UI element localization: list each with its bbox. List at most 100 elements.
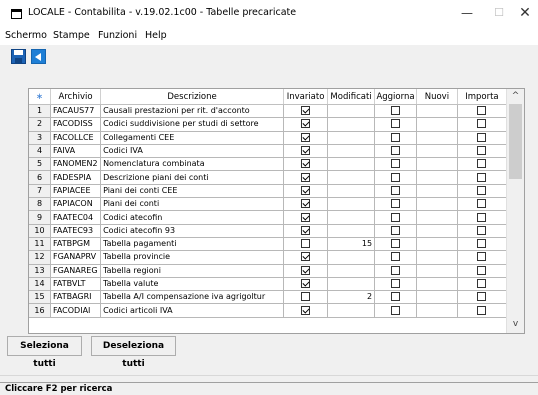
checkbox[interactable] bbox=[301, 119, 311, 129]
cell-aggiorna[interactable] bbox=[374, 303, 417, 318]
cell-aggiorna[interactable] bbox=[374, 144, 417, 159]
cell-descrizione[interactable]: Nomenclatura combinata bbox=[100, 157, 285, 172]
cell-invariato[interactable] bbox=[283, 303, 329, 318]
save-icon[interactable] bbox=[11, 49, 26, 64]
cell-importa[interactable] bbox=[457, 290, 508, 305]
menu-help[interactable]: Help bbox=[145, 30, 167, 41]
cell-aggiorna[interactable] bbox=[374, 157, 417, 172]
cell-aggiorna[interactable] bbox=[374, 250, 417, 265]
checkbox[interactable] bbox=[391, 252, 401, 262]
back-icon[interactable] bbox=[31, 49, 46, 64]
cell-descrizione[interactable]: Codici atecofin bbox=[100, 210, 285, 225]
cell-importa[interactable] bbox=[457, 197, 508, 212]
checkbox[interactable] bbox=[391, 106, 401, 116]
checkbox[interactable] bbox=[391, 119, 401, 129]
cell-importa[interactable] bbox=[457, 303, 508, 318]
checkbox[interactable] bbox=[301, 305, 311, 315]
cell-invariato[interactable] bbox=[283, 277, 329, 292]
scroll-up-icon[interactable]: ^ bbox=[507, 89, 524, 104]
scroll-down-icon[interactable]: v bbox=[507, 317, 524, 332]
checkbox[interactable] bbox=[301, 106, 311, 116]
checkbox[interactable] bbox=[477, 119, 487, 129]
cell-descrizione[interactable]: Codici suddivisione per studi di settore bbox=[100, 117, 285, 132]
checkbox[interactable] bbox=[391, 292, 401, 302]
select-all-button[interactable]: Seleziona tutti bbox=[7, 336, 82, 369]
cell-invariato[interactable] bbox=[283, 224, 329, 238]
checkbox[interactable] bbox=[301, 146, 311, 156]
checkbox[interactable] bbox=[477, 172, 487, 182]
checkbox[interactable] bbox=[301, 225, 311, 235]
checkbox[interactable] bbox=[391, 132, 401, 142]
cell-descrizione[interactable]: Codici articoli IVA bbox=[100, 303, 285, 318]
cell-importa[interactable] bbox=[457, 131, 508, 145]
cell-archivio[interactable]: FAPIACEE bbox=[50, 184, 102, 199]
checkbox[interactable] bbox=[477, 252, 487, 262]
checkbox[interactable] bbox=[301, 185, 311, 195]
cell-importa[interactable] bbox=[457, 144, 508, 159]
checkbox[interactable] bbox=[301, 132, 311, 142]
cell-aggiorna[interactable] bbox=[374, 224, 417, 238]
table-row[interactable]: 2 FACODISS Codici suddivisione per studi d… bbox=[29, 117, 508, 132]
checkbox[interactable] bbox=[301, 292, 311, 302]
cell-importa[interactable] bbox=[457, 170, 508, 185]
cell-aggiorna[interactable] bbox=[374, 131, 417, 145]
header-nuovi[interactable]: Nuovi bbox=[416, 89, 458, 105]
header-importa[interactable]: Importa bbox=[457, 89, 508, 105]
cell-archivio[interactable]: FANOMEN2 bbox=[50, 157, 102, 172]
table-row[interactable]: 14 FATBVLT Tabella valute bbox=[29, 277, 508, 292]
table-row[interactable]: 3 FACOLLCE Collegamenti CEE bbox=[29, 131, 508, 145]
cell-invariato[interactable] bbox=[283, 131, 329, 145]
table-row[interactable]: 10 FAATEC93 Codici atecofin 93 bbox=[29, 224, 508, 238]
cell-archivio[interactable]: FAIVA bbox=[50, 144, 102, 159]
checkbox[interactable] bbox=[301, 252, 311, 262]
cell-aggiorna[interactable] bbox=[374, 237, 417, 252]
checkbox[interactable] bbox=[391, 239, 401, 249]
cell-archivio[interactable]: FGANAREG bbox=[50, 264, 102, 278]
cell-invariato[interactable] bbox=[283, 144, 329, 159]
cell-invariato[interactable] bbox=[283, 157, 329, 172]
table-row[interactable]: 9 FAATEC04 Codici atecofin bbox=[29, 210, 508, 225]
cell-invariato[interactable] bbox=[283, 210, 329, 225]
cell-importa[interactable] bbox=[457, 277, 508, 292]
checkbox[interactable] bbox=[391, 185, 401, 195]
cell-importa[interactable] bbox=[457, 157, 508, 172]
cell-importa[interactable] bbox=[457, 237, 508, 252]
cell-archivio[interactable]: FACOLLCE bbox=[50, 131, 102, 145]
checkbox[interactable] bbox=[477, 212, 487, 222]
cell-archivio[interactable]: FGANAPRV bbox=[50, 250, 102, 265]
cell-aggiorna[interactable] bbox=[374, 264, 417, 278]
cell-descrizione[interactable]: Tabella provincie bbox=[100, 250, 285, 265]
cell-descrizione[interactable]: Tabella valute bbox=[100, 277, 285, 292]
checkbox[interactable] bbox=[477, 132, 487, 142]
cell-archivio[interactable]: FATBAGRI bbox=[50, 290, 102, 305]
cell-archivio[interactable]: FACODIAI bbox=[50, 303, 102, 318]
cell-archivio[interactable]: FADESPIA bbox=[50, 170, 102, 185]
cell-descrizione[interactable]: Tabella regioni bbox=[100, 264, 285, 278]
checkbox[interactable] bbox=[477, 185, 487, 195]
cell-archivio[interactable]: FACAUS77 bbox=[50, 104, 102, 119]
checkbox[interactable] bbox=[477, 279, 487, 288]
cell-invariato[interactable] bbox=[283, 170, 329, 185]
table-row[interactable]: 11 FATBPGM Tabella pagamenti 15 bbox=[29, 237, 508, 252]
checkbox[interactable] bbox=[301, 172, 311, 182]
checkbox[interactable] bbox=[301, 279, 311, 288]
checkbox[interactable] bbox=[391, 199, 401, 209]
cell-invariato[interactable] bbox=[283, 197, 329, 212]
checkbox[interactable] bbox=[477, 199, 487, 209]
scroll-thumb[interactable] bbox=[509, 104, 522, 179]
cell-descrizione[interactable]: Piani dei conti bbox=[100, 197, 285, 212]
cell-invariato[interactable] bbox=[283, 184, 329, 199]
cell-importa[interactable] bbox=[457, 250, 508, 265]
header-invariato[interactable]: Invariato bbox=[283, 89, 329, 105]
table-row[interactable]: 1 FACAUS77 Causali prestazioni per rit. d'… bbox=[29, 104, 508, 119]
checkbox[interactable] bbox=[477, 239, 487, 249]
cell-archivio[interactable]: FACODISS bbox=[50, 117, 102, 132]
cell-aggiorna[interactable] bbox=[374, 104, 417, 119]
cell-aggiorna[interactable] bbox=[374, 210, 417, 225]
table-row[interactable]: 7 FAPIACEE Piani dei conti CEE bbox=[29, 184, 508, 199]
checkbox[interactable] bbox=[477, 292, 487, 302]
cell-archivio[interactable]: FAPIACON bbox=[50, 197, 102, 212]
checkbox[interactable] bbox=[391, 212, 401, 222]
cell-invariato[interactable] bbox=[283, 250, 329, 265]
header-archivio[interactable]: Archivio bbox=[50, 89, 102, 105]
